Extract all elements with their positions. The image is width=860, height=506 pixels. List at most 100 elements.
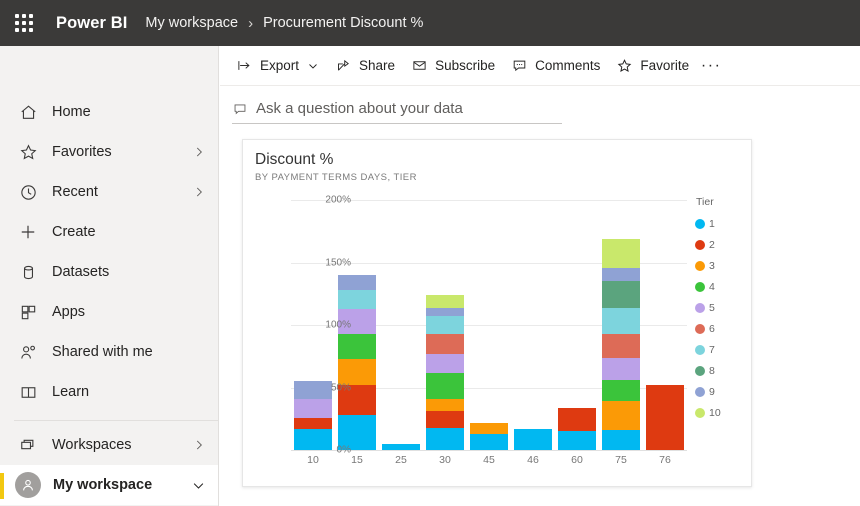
chevron-down-icon[interactable] [191, 478, 206, 493]
bar-segment-tier-9[interactable] [426, 308, 464, 317]
legend-item-tier-6[interactable]: 6 [695, 318, 753, 339]
power-bi-app: Power BI My workspace › Procurement Disc… [0, 0, 860, 506]
stacked-bar[interactable] [426, 295, 464, 450]
bar-segment-tier-1[interactable] [558, 431, 596, 450]
stacked-bar[interactable] [514, 429, 552, 450]
legend-item-tier-9[interactable]: 9 [695, 381, 753, 402]
stacked-bar[interactable] [646, 385, 684, 450]
subscribe-button[interactable]: Subscribe [403, 51, 503, 81]
sidebar-item-recent[interactable]: Recent [0, 172, 218, 212]
bar-column[interactable] [379, 200, 423, 450]
bar-segment-tier-3[interactable] [426, 399, 464, 412]
bar-segment-tier-3[interactable] [470, 423, 508, 434]
bar-segment-tier-5[interactable] [602, 358, 640, 381]
bar-column[interactable] [555, 200, 599, 450]
bar-segment-tier-2[interactable] [426, 411, 464, 427]
legend-label: 6 [709, 323, 715, 335]
bar-column[interactable] [599, 200, 643, 450]
sidebar-item-datasets[interactable]: Datasets [0, 252, 218, 292]
bar-segment-tier-2[interactable] [646, 385, 684, 450]
legend-label: 8 [709, 365, 715, 377]
stacked-bar[interactable] [470, 423, 508, 451]
export-button[interactable]: Export [228, 51, 327, 81]
legend-color-swatch [695, 366, 705, 376]
sidebar-item-label: Datasets [52, 264, 109, 280]
qna-bar[interactable]: Ask a question about your data [232, 100, 562, 124]
legend-item-tier-3[interactable]: 3 [695, 255, 753, 276]
legend-item-tier-5[interactable]: 5 [695, 297, 753, 318]
legend-label: 5 [709, 302, 715, 314]
bar-segment-tier-9[interactable] [602, 268, 640, 282]
bar-segment-tier-6[interactable] [602, 334, 640, 358]
workspaces-icon [16, 433, 40, 457]
bar-segment-tier-1[interactable] [602, 430, 640, 450]
bar-segment-tier-5[interactable] [294, 399, 332, 418]
report-tile[interactable]: Discount % BY PAYMENT TERMS DAYS, TIER 0… [242, 139, 752, 487]
legend-color-swatch [695, 282, 705, 292]
sidebar-item-home[interactable]: Home [0, 92, 218, 132]
stacked-bar[interactable] [602, 239, 640, 450]
bar-segment-tier-2[interactable] [294, 418, 332, 429]
legend-color-swatch [695, 303, 705, 313]
breadcrumb-workspace[interactable]: My workspace [145, 15, 238, 31]
legend-item-tier-7[interactable]: 7 [695, 339, 753, 360]
favorite-button[interactable]: Favorite [608, 51, 697, 81]
subscribe-label: Subscribe [435, 58, 495, 73]
stacked-bar[interactable] [338, 275, 376, 450]
stacked-bar[interactable] [558, 408, 596, 451]
legend-item-tier-1[interactable]: 1 [695, 213, 753, 234]
legend-item-tier-8[interactable]: 8 [695, 360, 753, 381]
bar-column[interactable] [423, 200, 467, 450]
bar-segment-tier-10[interactable] [426, 295, 464, 308]
legend-color-swatch [695, 219, 705, 229]
envelope-icon [411, 58, 428, 73]
bar-segment-tier-3[interactable] [602, 401, 640, 430]
export-label: Export [260, 58, 299, 73]
brand-title[interactable]: Power BI [56, 14, 127, 33]
bar-column[interactable] [467, 200, 511, 450]
legend-item-tier-4[interactable]: 4 [695, 276, 753, 297]
bar-segment-tier-9[interactable] [338, 275, 376, 290]
hamburger-menu-icon[interactable] [0, 46, 218, 88]
bar-segment-tier-1[interactable] [514, 429, 552, 450]
sidebar-item-workspaces[interactable]: Workspaces [0, 425, 218, 465]
x-axis-tick-label: 10 [291, 454, 335, 466]
bar-segment-tier-7[interactable] [426, 316, 464, 334]
sidebar-item-apps[interactable]: Apps [0, 292, 218, 332]
share-button[interactable]: Share [327, 51, 403, 81]
bar-column[interactable] [511, 200, 555, 450]
x-axis-tick-label: 30 [423, 454, 467, 466]
legend-item-tier-10[interactable]: 10 [695, 402, 753, 423]
bar-segment-tier-7[interactable] [338, 290, 376, 309]
qna-input-placeholder[interactable]: Ask a question about your data [256, 100, 463, 117]
bar-segment-tier-1[interactable] [426, 428, 464, 451]
bar-segment-tier-10[interactable] [602, 239, 640, 268]
sidebar-item-shared-with-me[interactable]: Shared with me [0, 332, 218, 372]
breadcrumb: My workspace › Procurement Discount % [145, 15, 423, 31]
chevron-down-icon[interactable] [307, 60, 319, 72]
bar-segment-tier-5[interactable] [426, 354, 464, 373]
sidebar-item-create[interactable]: Create [0, 212, 218, 252]
bar-segment-tier-1[interactable] [470, 434, 508, 450]
waffle-grid [15, 14, 33, 32]
legend-label: 1 [709, 218, 715, 230]
sidebar-item-my-workspace[interactable]: My workspace [0, 465, 218, 505]
app-launcher-icon[interactable] [0, 0, 48, 46]
sidebar-item-learn[interactable]: Learn [0, 372, 218, 412]
legend-title: Tier [695, 196, 753, 208]
comments-label: Comments [535, 58, 600, 73]
legend-label: 2 [709, 239, 715, 251]
bar-segment-tier-7[interactable] [602, 308, 640, 334]
chart-subtitle: BY PAYMENT TERMS DAYS, TIER [243, 169, 751, 183]
bar-column[interactable] [643, 200, 687, 450]
bar-segment-tier-4[interactable] [602, 380, 640, 401]
comments-button[interactable]: Comments [503, 51, 608, 81]
bar-segment-tier-4[interactable] [426, 373, 464, 399]
bar-segment-tier-6[interactable] [426, 334, 464, 354]
bar-segment-tier-2[interactable] [558, 408, 596, 432]
bar-segment-tier-4[interactable] [338, 334, 376, 359]
bar-segment-tier-8[interactable] [602, 281, 640, 307]
sidebar-item-favorites[interactable]: Favorites [0, 132, 218, 172]
ellipsis-icon[interactable]: ··· [697, 52, 725, 80]
legend-item-tier-2[interactable]: 2 [695, 234, 753, 255]
